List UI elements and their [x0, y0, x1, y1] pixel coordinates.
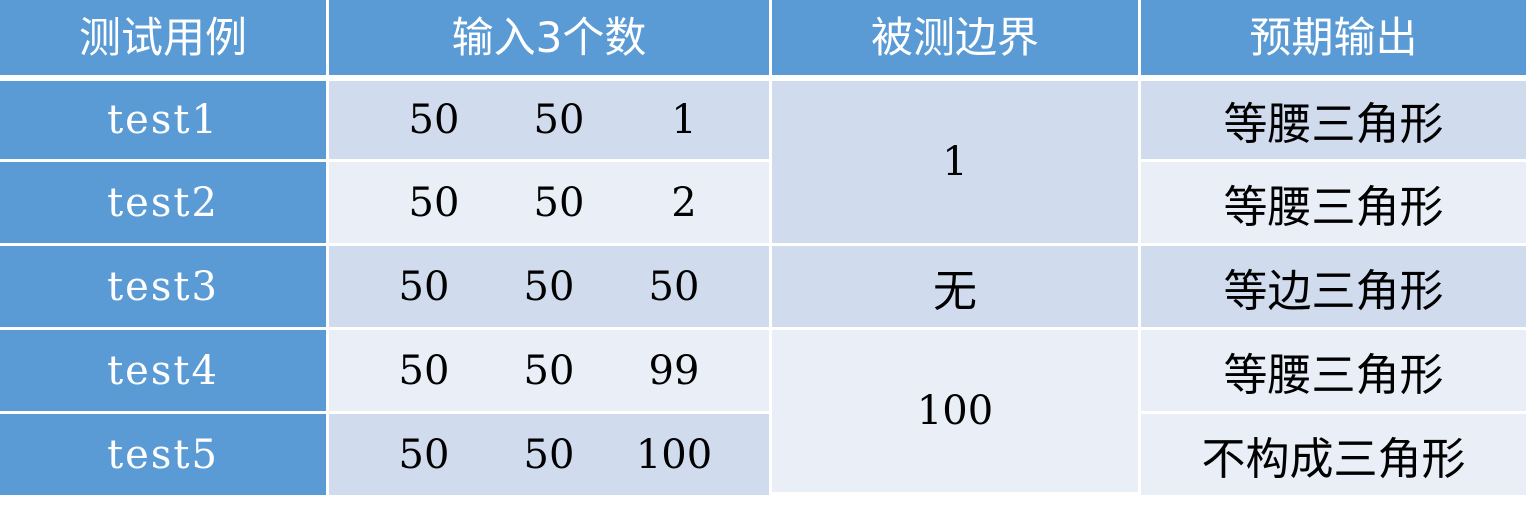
boundary-cell-100: 100: [772, 330, 1141, 495]
header-expected-output: 预期输出: [1141, 0, 1526, 81]
row-label-test4: test4: [0, 330, 329, 414]
input-value: 50: [523, 263, 575, 310]
row-label-test5: test5: [0, 414, 329, 495]
input-value: 1: [671, 97, 697, 143]
input-value: 50: [523, 347, 575, 394]
test-case-table: 测试用例 输入3个数 被测边界 预期输出 test1 50 50 1 等腰三角形…: [0, 0, 1526, 515]
row-inputs-test5: 50 50 100: [329, 414, 772, 495]
row-inputs-test2: 50 50 2: [329, 162, 772, 246]
input-value: 50: [533, 97, 585, 143]
input-value: 50: [398, 347, 450, 394]
row-inputs-test1: 50 50 1: [329, 81, 772, 162]
row-inputs-test4: 50 50 99: [329, 330, 772, 414]
input-value: 100: [635, 431, 713, 478]
row-output-test1: 等腰三角形: [1141, 81, 1526, 162]
row-output-test3: 等边三角形: [1141, 246, 1526, 330]
input-value: 50: [533, 179, 585, 226]
row-inputs-test3: 50 50 50: [329, 246, 772, 330]
row-label-test2: test2: [0, 162, 329, 246]
row-label-test1: test1: [0, 81, 329, 162]
input-value: 99: [648, 347, 700, 394]
header-test-case: 测试用例: [0, 0, 329, 81]
row-output-test4: 等腰三角形: [1141, 330, 1526, 414]
input-value: 50: [648, 263, 700, 310]
header-boundary: 被测边界: [772, 0, 1141, 81]
input-value: 2: [671, 179, 697, 226]
row-output-test5: 不构成三角形: [1141, 414, 1526, 495]
boundary-cell-1: 1: [772, 81, 1141, 246]
input-value: 50: [408, 97, 460, 143]
input-value: 50: [398, 263, 450, 310]
row-output-test2: 等腰三角形: [1141, 162, 1526, 246]
header-inputs: 输入3个数: [329, 0, 772, 81]
input-value: 50: [398, 431, 450, 478]
row-label-test3: test3: [0, 246, 329, 330]
input-value: 50: [408, 179, 460, 226]
input-value: 50: [523, 431, 575, 478]
boundary-cell-none: 无: [772, 246, 1141, 330]
